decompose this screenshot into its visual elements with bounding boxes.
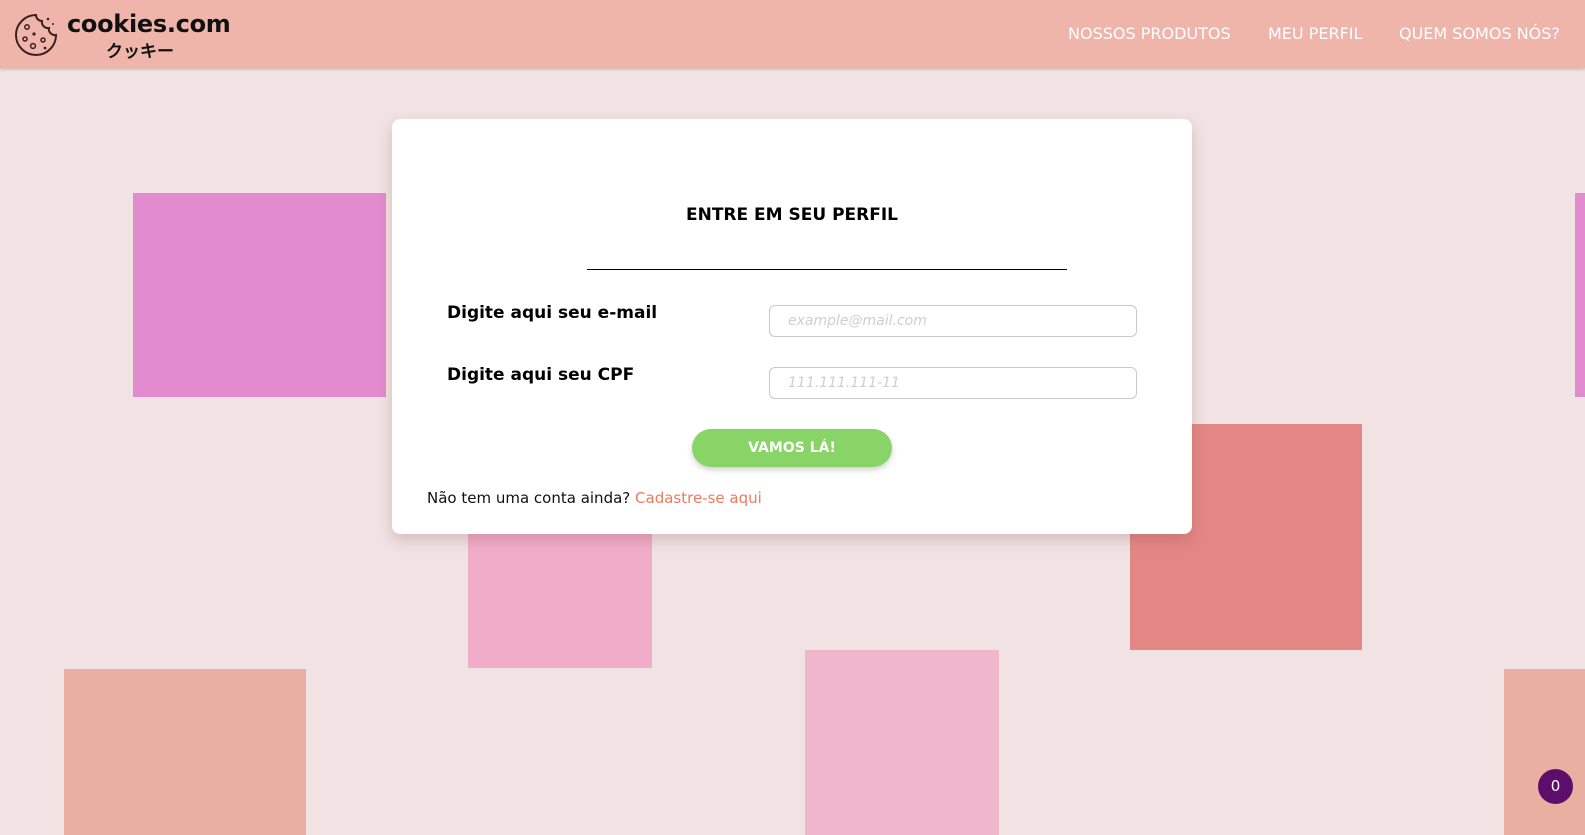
signup-row: Não tem uma conta ainda? Cadastre-se aqu… <box>427 489 762 507</box>
nav-link-profile[interactable]: MEU PERFIL <box>1268 24 1362 43</box>
brand-name[interactable]: cookies.com <box>67 10 231 38</box>
signup-link[interactable]: Cadastre-se aqui <box>635 489 762 507</box>
nav-link-products[interactable]: NOSSOS PRODUTOS <box>1068 24 1231 43</box>
brand-subtitle: クッキー <box>106 42 174 62</box>
cpf-label: Digite aqui seu CPF <box>447 365 635 385</box>
signup-prompt: Não tem uma conta ainda? <box>427 489 631 507</box>
login-title: ENTRE EM SEU PERFIL <box>685 205 899 225</box>
submit-button[interactable]: VAMOS LÁ! <box>692 429 892 467</box>
decorative-square-light-pink <box>805 650 999 835</box>
decorative-square-magenta <box>133 193 386 397</box>
decorative-square-salmon-edge <box>1504 669 1585 835</box>
title-divider <box>587 269 1067 270</box>
login-card: ENTRE EM SEU PERFIL Digite aqui seu e-ma… <box>392 119 1192 534</box>
cart-count-badge[interactable]: 0 <box>1538 769 1573 804</box>
decorative-square-magenta-edge <box>1575 193 1585 397</box>
email-field[interactable] <box>769 305 1137 337</box>
site-header: cookies.com クッキー NOSSOS PRODUTOS MEU PER… <box>0 0 1585 68</box>
cpf-field[interactable] <box>769 367 1137 399</box>
nav-link-about[interactable]: QUEM SOMOS NÓS? <box>1399 24 1560 43</box>
decorative-square-salmon <box>64 669 306 835</box>
cookie-icon[interactable] <box>14 13 58 57</box>
email-label: Digite aqui seu e-mail <box>447 303 658 323</box>
